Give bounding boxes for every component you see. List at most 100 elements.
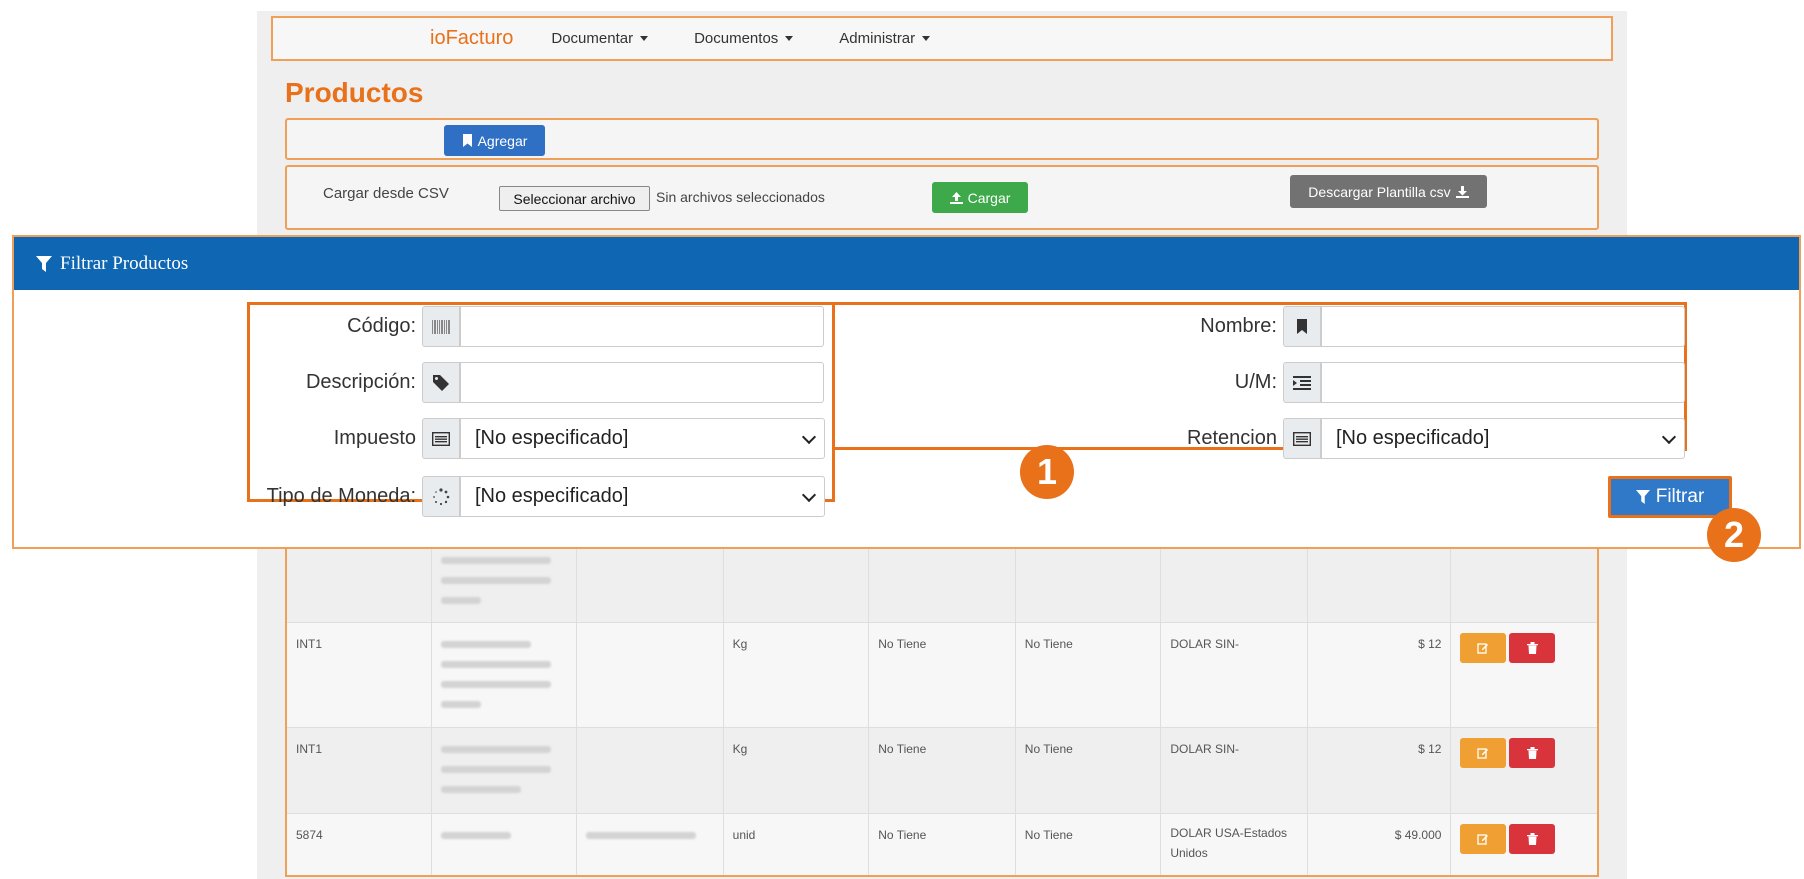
cell-descripcion — [577, 623, 724, 727]
um-input[interactable] — [1321, 362, 1685, 403]
cell-nombre — [432, 814, 578, 875]
delete-button[interactable] — [1509, 824, 1556, 854]
table-cell — [432, 539, 578, 622]
redacted-text — [440, 557, 551, 564]
filter-button-label: Filtrar — [1655, 486, 1705, 507]
barcode-icon — [422, 306, 460, 347]
edit-icon — [1477, 748, 1489, 759]
chevron-down-icon — [801, 429, 817, 445]
trash-icon — [1526, 642, 1538, 654]
template-button-label: Descargar Plantilla csv — [1308, 183, 1451, 200]
brand-logo[interactable]: ioFacturo — [430, 27, 513, 50]
cell-impuesto: No Tiene — [869, 814, 1016, 875]
download-template-button[interactable]: Descargar Plantilla csv — [1290, 175, 1487, 208]
page-title: Productos — [285, 77, 424, 108]
retencion-select[interactable]: [No especificado] — [1321, 418, 1685, 459]
menu-administrar[interactable]: Administrar — [839, 30, 931, 47]
edit-icon — [1477, 643, 1489, 654]
impuesto-select[interactable]: [No especificado] — [460, 418, 825, 459]
redacted-text — [440, 701, 481, 708]
upload-icon — [949, 191, 963, 204]
add-button[interactable]: Agregar — [444, 125, 545, 156]
redacted-text — [440, 681, 551, 688]
edit-button[interactable] — [1460, 824, 1507, 854]
download-icon — [1455, 185, 1469, 198]
table-cell — [724, 539, 870, 622]
callout-badge-2: 2 — [1707, 508, 1761, 562]
edit-button[interactable] — [1460, 633, 1507, 663]
menu-label: Documentos — [694, 30, 779, 47]
filter-title: Filtrar Productos — [60, 252, 189, 274]
cell-impuesto: No Tiene — [869, 623, 1016, 727]
descripcion-input[interactable] — [460, 362, 824, 403]
file-select-button[interactable]: Seleccionar archivo — [499, 186, 650, 211]
indent-icon — [1283, 362, 1321, 403]
impuesto-selected: [No especificado] — [475, 427, 629, 449]
redacted-text — [586, 832, 697, 839]
caret-down-icon — [922, 36, 931, 41]
caret-down-icon — [640, 36, 649, 41]
nombre-label: Nombre: — [1200, 315, 1277, 337]
redacted-text — [440, 577, 551, 584]
redacted-text — [440, 641, 531, 648]
cell-retencion: No Tiene — [1016, 728, 1162, 813]
edit-icon — [1477, 834, 1489, 845]
cell-acciones — [1451, 623, 1597, 727]
table-row: 5874 unid No Tiene No Tiene DOLAR USA-Es… — [287, 814, 1597, 875]
um-label: U/M: — [1234, 371, 1277, 393]
table-cell — [1016, 539, 1162, 622]
load-csv-button[interactable]: Cargar — [932, 182, 1028, 213]
table-cell — [577, 539, 724, 622]
filter-icon — [1635, 490, 1650, 504]
table-cell — [869, 539, 1016, 622]
csv-label: Cargar desde CSV — [323, 185, 449, 202]
menu-label: Administrar — [839, 30, 916, 47]
menu-label: Documentar — [551, 30, 634, 47]
cell-retencion: No Tiene — [1016, 814, 1162, 875]
cell-um: Kg — [724, 623, 870, 727]
bookmark-icon — [1283, 306, 1321, 347]
redacted-text — [440, 746, 551, 753]
edit-button[interactable] — [1460, 738, 1507, 768]
cell-codigo: 5874 — [287, 814, 432, 875]
cell-descripcion — [577, 814, 724, 875]
nombre-input[interactable] — [1321, 306, 1685, 347]
chevron-down-icon — [1661, 429, 1677, 445]
redacted-text — [440, 832, 511, 839]
table-cell — [1451, 539, 1597, 622]
navbar: ioFacturo Documentar Documentos Administ… — [271, 16, 1613, 61]
filter-panel: Filtrar Productos Código: Nombre: Descri… — [12, 235, 1801, 562]
filter-button[interactable]: Filtrar — [1608, 476, 1732, 518]
codigo-input[interactable] — [460, 306, 824, 347]
bookmark-icon — [462, 134, 472, 147]
cell-nombre — [432, 623, 578, 727]
callout-badge-1: 1 — [1020, 445, 1074, 499]
cell-retencion: No Tiene — [1016, 623, 1162, 727]
trash-icon — [1526, 747, 1538, 759]
cell-moneda: DOLAR USA-Estados Unidos — [1161, 814, 1308, 875]
cell-codigo: INT1 — [287, 623, 432, 727]
moneda-select[interactable]: [No especificado] — [460, 476, 825, 517]
delete-button[interactable] — [1509, 633, 1556, 663]
cell-moneda: DOLAR SIN- — [1161, 728, 1308, 813]
add-panel: Agregar — [285, 118, 1599, 160]
spinner-icon — [422, 476, 460, 517]
retencion-label: Retencion — [1186, 427, 1277, 449]
table-row: INT1 Kg No Tiene No Tiene DOLAR SIN- $ 1… — [287, 728, 1597, 814]
cell-nombre — [432, 728, 578, 813]
delete-button[interactable] — [1509, 738, 1556, 768]
redacted-text — [440, 786, 521, 793]
filter-icon — [36, 255, 52, 272]
menu-documentos[interactable]: Documentos — [694, 30, 794, 47]
moneda-label: Tipo de Moneda: — [266, 485, 416, 507]
redacted-text — [440, 766, 551, 773]
products-table: INT1 Kg No Tiene No Tiene DOLAR SIN- $ 1… — [285, 539, 1599, 877]
table-cell — [1161, 539, 1308, 622]
csv-panel: Cargar desde CSV Seleccionar archivo Sin… — [285, 165, 1599, 230]
moneda-selected: [No especificado] — [475, 485, 629, 507]
list-icon — [1283, 418, 1321, 459]
cell-precio: $ 49.000 — [1308, 814, 1452, 875]
menu-documentar[interactable]: Documentar — [551, 30, 649, 47]
table-row: INT1 Kg No Tiene No Tiene DOLAR SIN- $ 1… — [287, 623, 1597, 728]
cell-codigo: INT1 — [287, 728, 432, 813]
